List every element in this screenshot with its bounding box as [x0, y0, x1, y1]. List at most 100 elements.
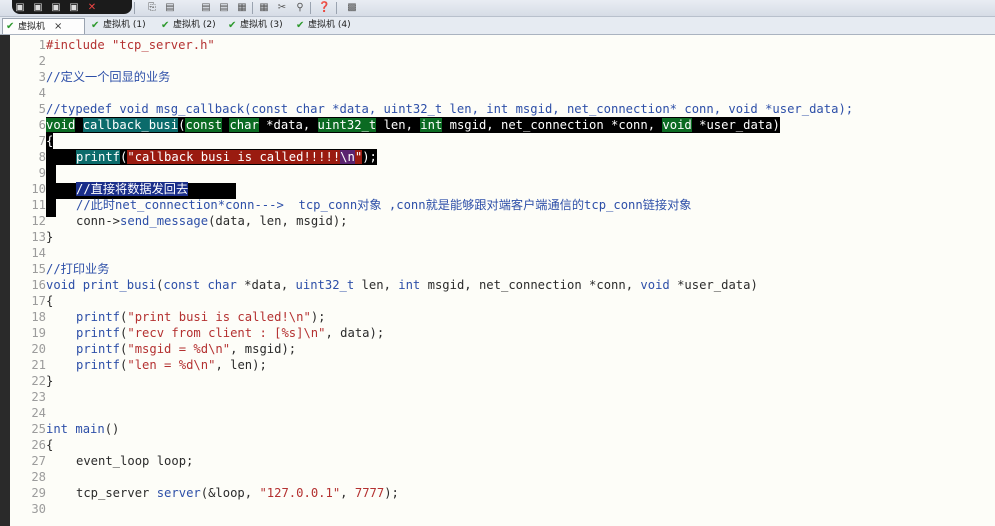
line-number: 16 — [31, 278, 46, 292]
code-line: 5//typedef void msg_callback(const char … — [10, 101, 853, 117]
code-line: 13} — [10, 229, 53, 245]
code-line: 30 — [10, 501, 46, 517]
line-number: 13 — [31, 230, 46, 244]
code-text: , len); — [215, 358, 267, 372]
help-icon[interactable]: ❓ — [318, 2, 330, 13]
tab-vm-1[interactable]: ✔ 虚拟机 (1) — [88, 18, 146, 33]
brace: { — [46, 133, 54, 149]
line-number: 22 — [31, 374, 46, 388]
toolbar-separator — [134, 2, 135, 14]
keyword: void — [662, 118, 692, 132]
line-number: 4 — [38, 86, 46, 100]
keyword: uint32_t — [295, 278, 355, 292]
line-number: 9 — [38, 166, 46, 180]
code-line: 24 — [10, 405, 46, 421]
function-name: main — [75, 422, 105, 436]
code-text: ); — [362, 150, 377, 164]
tab-vm-2[interactable]: ✔ 虚拟机 (2) — [158, 18, 216, 33]
code-content: printf("callback busi is called!!!!!\n")… — [46, 149, 377, 165]
brace: } — [46, 230, 54, 244]
pin-icon[interactable]: ⚲ — [294, 2, 306, 13]
code-text: () — [104, 422, 120, 436]
code-line: 10 //直接将数据发回去 — [10, 181, 189, 197]
window-icon[interactable]: ▣ — [68, 2, 80, 13]
tab-label: 虚拟机 (4) — [308, 20, 351, 30]
line-number: 7 — [38, 134, 46, 148]
string-literal: "msgid = %d\n" — [127, 342, 231, 356]
code-text: *user_data) — [669, 278, 758, 292]
line-number: 18 — [31, 310, 46, 324]
copy-icon[interactable]: ⎘ — [146, 2, 158, 13]
code-content: void callback_busi(const char *data, uin… — [46, 117, 780, 133]
tab-vm-4[interactable]: ✔ 虚拟机 (4) — [293, 18, 351, 33]
function-name: printf — [76, 310, 121, 324]
toolbar-separator — [252, 2, 253, 14]
string-literal: "127.0.0.1" — [259, 486, 341, 500]
line-number: 23 — [31, 390, 46, 404]
tab-bar: ✔ 虚拟机 × ✔ 虚拟机 (1) ✔ 虚拟机 (2) ✔ 虚拟机 (3) ✔ 虚拟机 (4… — [0, 17, 995, 35]
code-line: 11 //此时net_connection*conn---> tcp_conn对象… — [10, 197, 691, 213]
code-line: 17{ — [10, 293, 53, 309]
keyword: void — [640, 278, 670, 292]
keyword: int — [420, 118, 443, 132]
comment: //typedef void msg_callback(const char *… — [46, 102, 854, 116]
keyword: char — [207, 278, 237, 292]
save-icon[interactable]: ▦ — [236, 2, 248, 13]
include-directive: #include "tcp_server.h" — [46, 38, 215, 52]
code-line: 29 tcp_server server(&loop, "127.0.0.1", … — [10, 485, 399, 501]
window-icon[interactable]: ▣ — [50, 2, 62, 13]
comment: //打印业务 — [46, 262, 110, 276]
tab-vm[interactable]: ✔ 虚拟机 × — [2, 18, 85, 34]
close-icon[interactable]: ✕ — [86, 2, 98, 13]
code-text: conn-> — [76, 214, 121, 228]
function-name: printf — [76, 342, 121, 356]
print-icon[interactable]: ▤ — [200, 2, 212, 13]
comment: //定义一个回显的业务 — [46, 70, 171, 84]
line-number: 6 — [38, 118, 46, 132]
code-text: , msgid); — [230, 342, 297, 356]
code-line: 23 — [10, 389, 46, 405]
code-line: 15//打印业务 — [10, 261, 109, 277]
tab-vm-3[interactable]: ✔ 虚拟机 (3) — [225, 18, 283, 33]
code-line: 7{ — [10, 133, 54, 149]
check-icon: ✔ — [161, 20, 170, 31]
check-icon: ✔ — [6, 21, 15, 32]
code-content: tcp_server server(&loop, "127.0.0.1", 77… — [46, 485, 399, 501]
code-text: event_loop loop; — [76, 454, 194, 468]
code-editor[interactable]: 1 #include "tcp_server.h" 2 3//定义一个回显的业务 … — [0, 35, 995, 526]
tab-label: 虚拟机 (1) — [103, 20, 146, 30]
code-text: ); — [384, 486, 399, 500]
code-content: printf("len = %d\n", len); — [46, 357, 267, 373]
print-icon[interactable]: ▤ — [164, 2, 176, 13]
code-line: 9 — [10, 165, 46, 181]
code-line: 1 #include "tcp_server.h" — [10, 37, 215, 53]
settings-icon[interactable]: ▦ — [258, 2, 270, 13]
code-text: (&loop, — [200, 486, 260, 500]
print-icon[interactable]: ▤ — [218, 2, 230, 13]
line-number: 12 — [31, 214, 46, 228]
line-number: 14 — [31, 246, 46, 260]
line-number: 10 — [31, 182, 46, 196]
keyword: char — [229, 118, 259, 132]
line-number: 20 — [31, 342, 46, 356]
tools-icon[interactable]: ✂ — [276, 2, 288, 13]
code-line: 20 printf("msgid = %d\n", msgid); — [10, 341, 296, 357]
code-line: 26{ — [10, 437, 53, 453]
window-icon[interactable]: ▣ — [32, 2, 44, 13]
keyword: int — [46, 422, 69, 436]
string-literal: "len = %d\n" — [127, 358, 216, 372]
code-text: , data); — [325, 326, 385, 340]
code-line: 21 printf("len = %d\n", len); — [10, 357, 267, 373]
close-tab-icon[interactable]: × — [54, 21, 62, 32]
code-text: , — [340, 486, 355, 500]
code-content: void print_busi(const char *data, uint32… — [46, 277, 758, 293]
function-name: callback_busi — [82, 118, 179, 132]
code-line: 8 printf("callback busi is called!!!!!\n"… — [10, 149, 377, 165]
code-line: 22} — [10, 373, 53, 389]
window-icon[interactable]: ▣ — [14, 2, 26, 13]
line-number: 24 — [31, 406, 46, 420]
snapshot-icon[interactable]: ▩ — [346, 2, 358, 13]
code-line: 19 printf("recv from client : [%s]\n", da… — [10, 325, 384, 341]
code-line: 16 void print_busi(const char *data, uint… — [10, 277, 758, 293]
keyword: const — [185, 118, 223, 132]
